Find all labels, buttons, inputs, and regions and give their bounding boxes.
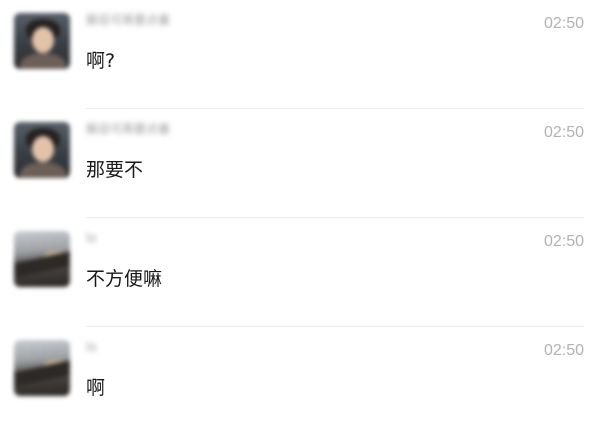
message-time: 02:50 xyxy=(543,15,584,32)
sender-name: 蘇目可苒要点番 xyxy=(86,122,171,136)
message-time: 02:50 xyxy=(543,233,584,250)
avatar-face xyxy=(32,27,54,53)
avatar[interactable] xyxy=(14,13,70,69)
message-text: 不方便嘛 xyxy=(86,268,163,290)
list-item[interactable]: 蘇目可苒要点番 02:50 啊? xyxy=(0,0,598,109)
message-text: 啊 xyxy=(86,377,106,399)
list-item[interactable]: lo 02:50 不方便嘛 xyxy=(0,218,598,327)
message-time: 02:50 xyxy=(543,342,584,359)
avatar[interactable] xyxy=(14,122,70,178)
sender-name: 蘇目可苒要点番 xyxy=(86,13,171,27)
avatar-face xyxy=(32,136,54,162)
message-list: 蘇目可苒要点番 02:50 啊? 蘇目可苒要点番 02:50 那要不 lo 02… xyxy=(0,0,598,422)
message-text: 那要不 xyxy=(86,159,144,181)
avatar-ridge xyxy=(14,249,70,279)
sender-name: lo xyxy=(86,340,97,354)
avatar-shoulder xyxy=(20,162,66,178)
list-item[interactable]: lo 02:50 啊 xyxy=(0,327,598,422)
list-item[interactable]: 蘇目可苒要点番 02:50 那要不 xyxy=(0,109,598,218)
avatar[interactable] xyxy=(14,231,70,287)
message-text: 啊? xyxy=(86,50,116,72)
avatar-shoulder xyxy=(20,53,66,69)
sender-name: lo xyxy=(86,231,97,245)
avatar[interactable] xyxy=(14,340,70,396)
message-time: 02:50 xyxy=(543,124,584,141)
avatar-ridge xyxy=(14,358,70,388)
